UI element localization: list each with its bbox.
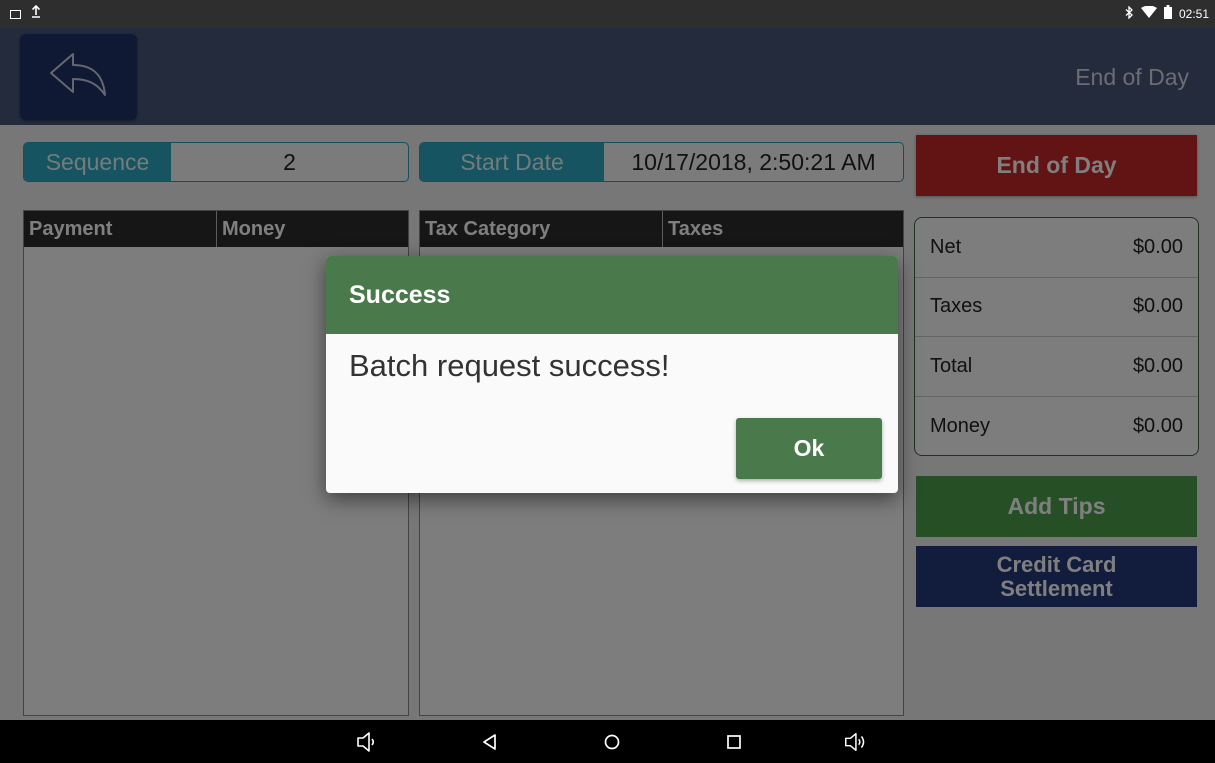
success-dialog: Success Batch request success! Ok: [326, 256, 898, 493]
image-icon: [10, 10, 21, 19]
status-bar-left: [10, 4, 41, 22]
android-nav-bar: [0, 720, 1215, 763]
dialog-title: Success: [326, 256, 898, 334]
status-time: 02:51: [1178, 7, 1209, 21]
status-bar-right: 02:51: [1125, 4, 1209, 23]
wifi-icon: [1140, 5, 1157, 23]
bluetooth-icon: [1125, 4, 1134, 23]
battery-icon: [1163, 5, 1172, 23]
status-bar: 02:51: [0, 0, 1215, 28]
dialog-message: Batch request success!: [349, 348, 670, 383]
back-icon[interactable]: [478, 730, 502, 754]
upload-icon: [31, 4, 41, 22]
recents-icon[interactable]: [722, 730, 746, 754]
volume-up-icon[interactable]: [843, 730, 867, 754]
volume-down-icon[interactable]: [355, 730, 379, 754]
home-icon[interactable]: [600, 730, 624, 754]
ok-button[interactable]: Ok: [736, 418, 882, 479]
